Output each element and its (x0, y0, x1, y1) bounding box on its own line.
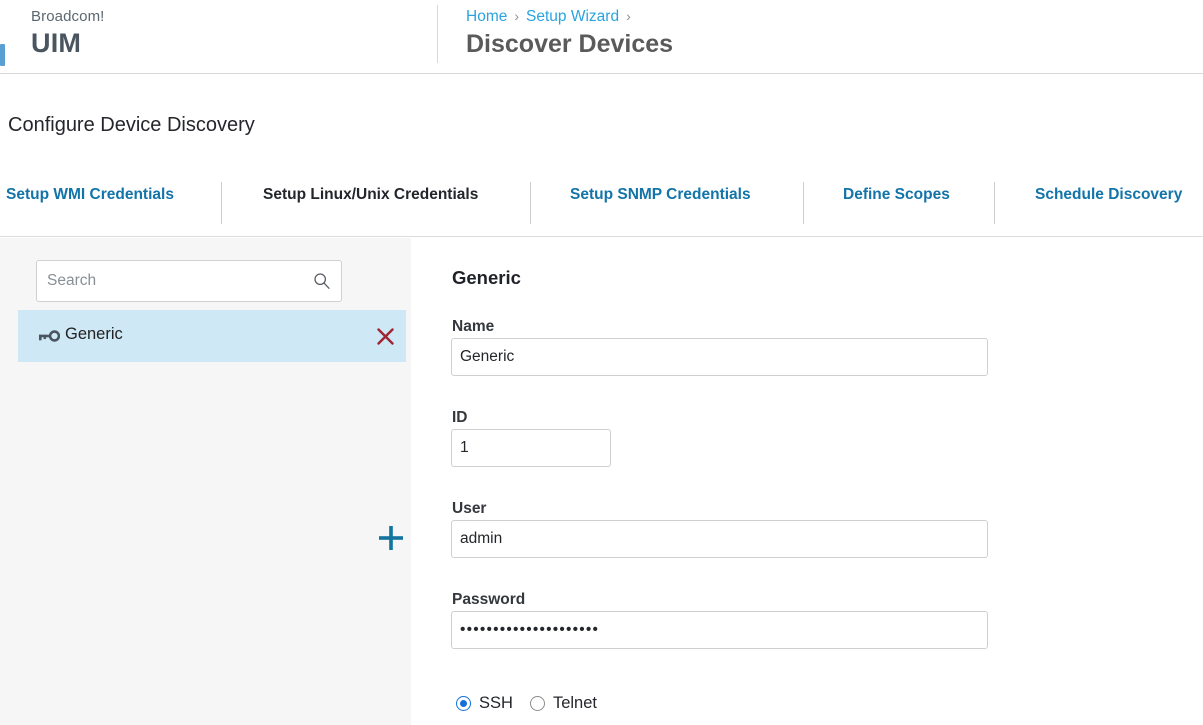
tab-separator (803, 182, 804, 224)
list-item-label: Generic (65, 325, 123, 344)
password-field[interactable] (451, 611, 988, 649)
breadcrumb-separator-icon: › (514, 8, 519, 24)
user-label: User (452, 500, 486, 518)
protocol-radio-group: SSH Telnet (456, 694, 614, 713)
breadcrumb: Home › Setup Wizard › (466, 8, 638, 26)
search-box (36, 260, 342, 302)
brand-subtitle: Broadcom! (31, 8, 104, 25)
id-field[interactable] (451, 429, 611, 467)
tab-bar: Setup WMI Credentials Setup Linux/Unix C… (0, 182, 1203, 237)
tab-define-scopes[interactable]: Define Scopes (843, 182, 950, 224)
radio-ssh[interactable] (456, 696, 471, 711)
form-title: Generic (452, 267, 521, 289)
breadcrumb-separator-icon: › (626, 8, 631, 24)
radio-telnet[interactable] (530, 696, 545, 711)
radio-ssh-label[interactable]: SSH (479, 694, 513, 713)
password-label: Password (452, 591, 525, 609)
broadcom-logo-icon (0, 44, 8, 66)
breadcrumb-item-setup-wizard[interactable]: Setup Wizard (526, 8, 619, 25)
add-credential-button[interactable] (377, 524, 405, 552)
list-item[interactable]: Generic (18, 310, 406, 362)
tab-separator (221, 182, 222, 224)
app-header: Broadcom! UIM Home › Setup Wizard › Discove… (0, 0, 1203, 74)
credentials-list-panel: Generic (0, 238, 411, 725)
section-title: Configure Device Discovery (8, 114, 255, 137)
id-label: ID (452, 409, 468, 427)
tab-schedule-discovery[interactable]: Schedule Discovery (1035, 182, 1182, 224)
credential-detail-form: Generic Name ID User Password SSH Telnet (411, 238, 1203, 725)
header-divider (437, 5, 438, 63)
name-field[interactable] (451, 338, 988, 376)
page-title: Discover Devices (466, 30, 673, 59)
name-label: Name (452, 318, 494, 336)
tab-setup-snmp-credentials[interactable]: Setup SNMP Credentials (570, 182, 751, 224)
brand-title: UIM (31, 28, 81, 59)
breadcrumb-item-home[interactable]: Home (466, 8, 507, 25)
search-input[interactable] (37, 261, 309, 301)
key-icon (38, 329, 60, 343)
tab-setup-wmi-credentials[interactable]: Setup WMI Credentials (6, 182, 174, 224)
radio-telnet-label[interactable]: Telnet (553, 694, 597, 713)
tab-setup-linux-unix-credentials[interactable]: Setup Linux/Unix Credentials (263, 182, 478, 224)
tab-separator (530, 182, 531, 224)
tab-separator (994, 182, 995, 224)
search-icon[interactable] (313, 272, 331, 290)
close-icon[interactable] (376, 327, 395, 346)
user-field[interactable] (451, 520, 988, 558)
